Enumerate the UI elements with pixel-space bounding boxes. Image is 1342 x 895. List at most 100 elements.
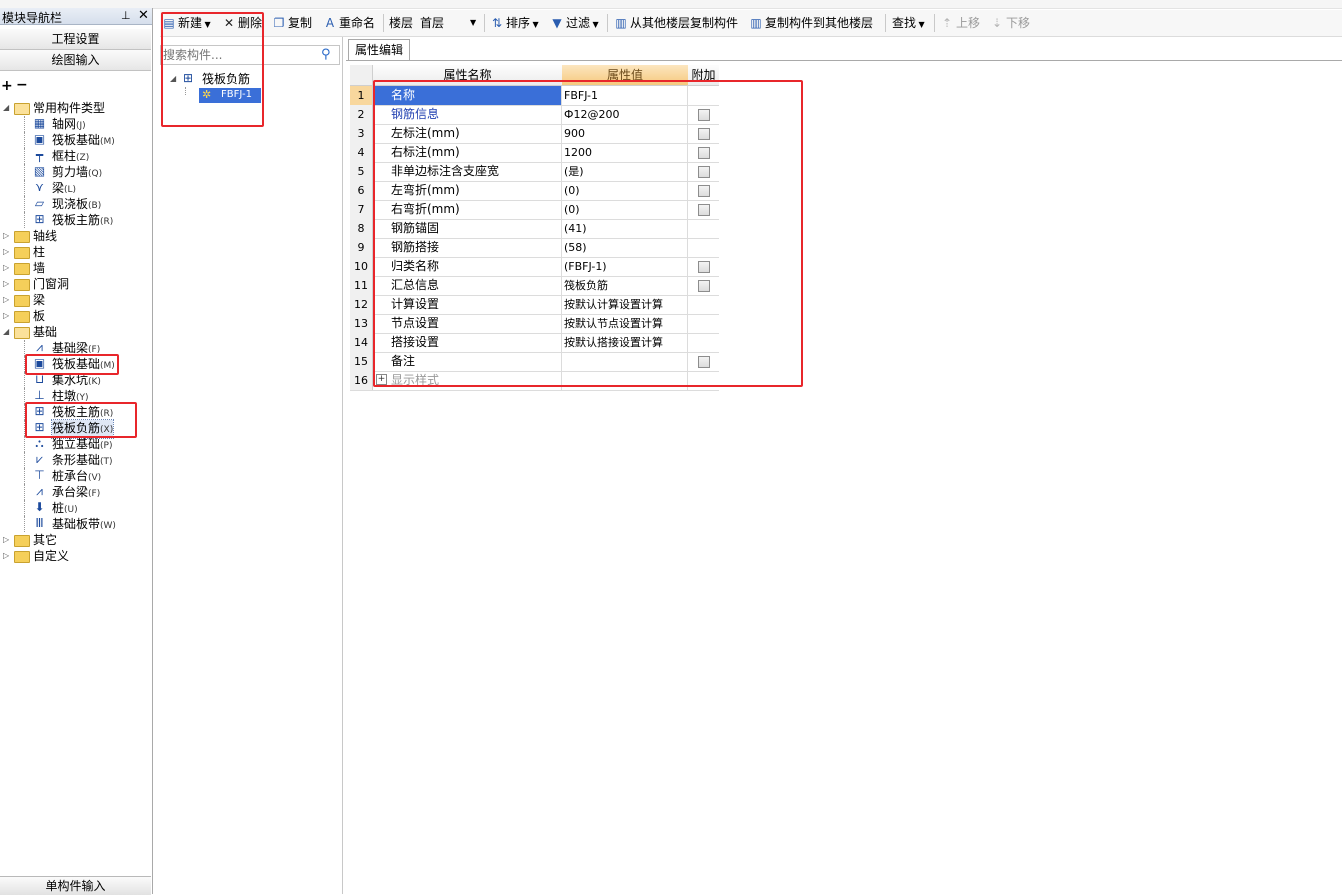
tree-item-label: 门窗洞 xyxy=(33,277,70,291)
property-value[interactable]: FBFJ-1 xyxy=(562,86,688,105)
property-row[interactable]: 11 汇总信息 筏板负筋 xyxy=(350,276,719,296)
expand-arrow-icon[interactable]: ▷ xyxy=(3,312,10,320)
sump-pit-icon: ⊔ xyxy=(34,372,45,386)
property-value[interactable]: (是) xyxy=(562,162,688,181)
collapse-arrow-icon[interactable]: ◢ xyxy=(170,71,176,87)
expand-plus-icon[interactable]: + xyxy=(376,374,387,385)
expand-arrow-icon[interactable]: ▷ xyxy=(3,280,10,288)
folder-icon xyxy=(14,247,30,259)
property-row[interactable]: 14 搭接设置 按默认搭接设置计算 xyxy=(350,333,719,353)
shortcut-key: (F) xyxy=(88,345,101,355)
property-value[interactable]: 900 xyxy=(562,124,688,143)
extra-checkbox[interactable] xyxy=(698,261,710,273)
collapse-arrow-icon[interactable]: ◢ xyxy=(3,104,10,112)
property-row[interactable]: 8 钢筋锚固 (41) xyxy=(350,219,719,239)
property-row[interactable]: 5 非单边标注含支座宽 (是) xyxy=(350,162,719,182)
property-row[interactable]: 7 右弯折(mm) (0) xyxy=(350,200,719,220)
project-settings-button[interactable]: 工程设置 xyxy=(0,29,151,50)
filter-icon: ▼ xyxy=(552,16,562,30)
extra-header: 附加 xyxy=(688,65,719,86)
property-value[interactable]: Ф12@200 xyxy=(562,105,688,124)
new-button[interactable]: ▤ 新建 ▼ xyxy=(162,15,210,31)
property-row[interactable]: 6 左弯折(mm) (0) xyxy=(350,181,719,201)
property-value[interactable]: (41) xyxy=(562,219,688,238)
delete-button[interactable]: ✕ 删除 xyxy=(222,15,262,31)
single-component-input-button[interactable]: 单构件输入 xyxy=(0,876,151,895)
property-value[interactable]: 按默认计算设置计算 xyxy=(562,295,688,314)
drawing-input-button[interactable]: 绘图输入 xyxy=(0,50,151,71)
floor-select[interactable]: 首层 ▼ xyxy=(420,15,480,31)
extra-checkbox[interactable] xyxy=(698,204,710,216)
extra-checkbox[interactable] xyxy=(698,356,710,368)
row-number-header xyxy=(350,65,373,86)
property-value[interactable]: 按默认节点设置计算 xyxy=(562,314,688,333)
close-icon[interactable]: ✕ xyxy=(138,8,149,23)
extra-checkbox[interactable] xyxy=(698,166,710,178)
property-row[interactable]: 2 钢筋信息 Ф12@200 xyxy=(350,105,719,125)
copy-to-other-floor-button[interactable]: ▥ 复制构件到其他楼层 xyxy=(749,15,873,31)
row-number: 12 xyxy=(350,295,373,314)
grid-axis-icon: ▦ xyxy=(33,116,46,130)
tree-item-label: 柱 xyxy=(33,245,46,259)
search-input[interactable] xyxy=(163,47,313,62)
property-value[interactable]: (FBFJ-1) xyxy=(562,257,688,276)
property-row[interactable]: 10 归类名称 (FBFJ-1) xyxy=(350,257,719,277)
property-value[interactable]: (0) xyxy=(562,200,688,219)
extra-cell xyxy=(688,314,719,333)
property-row[interactable]: 12 计算设置 按默认计算设置计算 xyxy=(350,295,719,315)
copy-from-other-floor-button[interactable]: ▥ 从其他楼层复制构件 xyxy=(614,15,738,31)
property-row[interactable]: 9 钢筋搭接 (58) xyxy=(350,238,719,258)
expand-arrow-icon[interactable]: ▷ xyxy=(3,536,10,544)
move-up-button[interactable]: ⇡ 上移 xyxy=(940,15,980,31)
property-value[interactable]: (58) xyxy=(562,238,688,257)
extra-checkbox[interactable] xyxy=(698,109,710,121)
raft-main-rebar-icon: ⊞ xyxy=(34,404,45,418)
filter-button[interactable]: ▼ 过滤 ▼ xyxy=(550,15,598,31)
expand-arrow-icon[interactable]: ▷ xyxy=(3,264,10,272)
extra-checkbox[interactable] xyxy=(698,185,710,197)
tab-property-edit[interactable]: 属性编辑 xyxy=(348,39,410,60)
tree-connector xyxy=(24,500,25,516)
property-name: 汇总信息 xyxy=(373,276,562,295)
property-value[interactable] xyxy=(562,352,688,371)
expand-arrow-icon[interactable]: ▷ xyxy=(3,552,10,560)
extra-checkbox[interactable] xyxy=(698,147,710,159)
property-value[interactable]: 1200 xyxy=(562,143,688,162)
sort-button[interactable]: ⇅ 排序 ▼ xyxy=(490,15,539,31)
collapse-arrow-icon[interactable]: ◢ xyxy=(3,328,10,336)
rename-button[interactable]: A 重命名 xyxy=(323,15,375,31)
shortcut-key: (Z) xyxy=(76,153,90,163)
property-value[interactable] xyxy=(562,371,688,390)
property-row[interactable]: 1 名称 FBFJ-1 xyxy=(350,86,719,106)
extra-cell xyxy=(688,86,719,105)
property-row[interactable]: 16 显示样式 + xyxy=(350,371,719,391)
property-value[interactable]: 筏板负筋 xyxy=(562,276,688,295)
property-row[interactable]: 13 节点设置 按默认节点设置计算 xyxy=(350,314,719,334)
expand-all-icon[interactable]: + xyxy=(1,78,13,94)
collapse-all-icon[interactable]: − xyxy=(16,77,28,93)
find-button[interactable]: 查找 ▼ xyxy=(892,15,925,31)
pin-icon[interactable]: ⊥ xyxy=(121,9,131,22)
expand-arrow-icon[interactable]: ▷ xyxy=(3,296,10,304)
component-tree-root-label: 筏板负筋 xyxy=(202,72,251,86)
extra-checkbox[interactable] xyxy=(698,128,710,140)
property-row[interactable]: 4 右标注(mm) 1200 xyxy=(350,143,719,163)
property-value[interactable]: 按默认搭接设置计算 xyxy=(562,333,688,352)
property-row[interactable]: 3 左标注(mm) 900 xyxy=(350,124,719,144)
expand-arrow-icon[interactable]: ▷ xyxy=(3,248,10,256)
property-name: 左标注(mm) xyxy=(373,124,562,143)
extra-checkbox[interactable] xyxy=(698,280,710,292)
component-item-fbfj-1[interactable]: ✲ FBFJ-1 xyxy=(199,88,261,103)
search-icon[interactable]: ⚲ xyxy=(321,47,331,62)
copy-button[interactable]: ❐ 复制 xyxy=(272,15,312,31)
extra-cell xyxy=(688,200,719,219)
property-value[interactable]: (0) xyxy=(562,181,688,200)
shortcut-key: (R) xyxy=(100,217,114,227)
folder-icon xyxy=(14,311,30,323)
expand-arrow-icon[interactable]: ▷ xyxy=(3,232,10,240)
tree-connector xyxy=(24,340,25,356)
frame-column-icon: ┯ xyxy=(35,148,44,162)
property-row[interactable]: 15 备注 xyxy=(350,352,719,372)
property-name: 计算设置 xyxy=(373,295,562,314)
move-down-button[interactable]: ⇣ 下移 xyxy=(990,15,1030,31)
